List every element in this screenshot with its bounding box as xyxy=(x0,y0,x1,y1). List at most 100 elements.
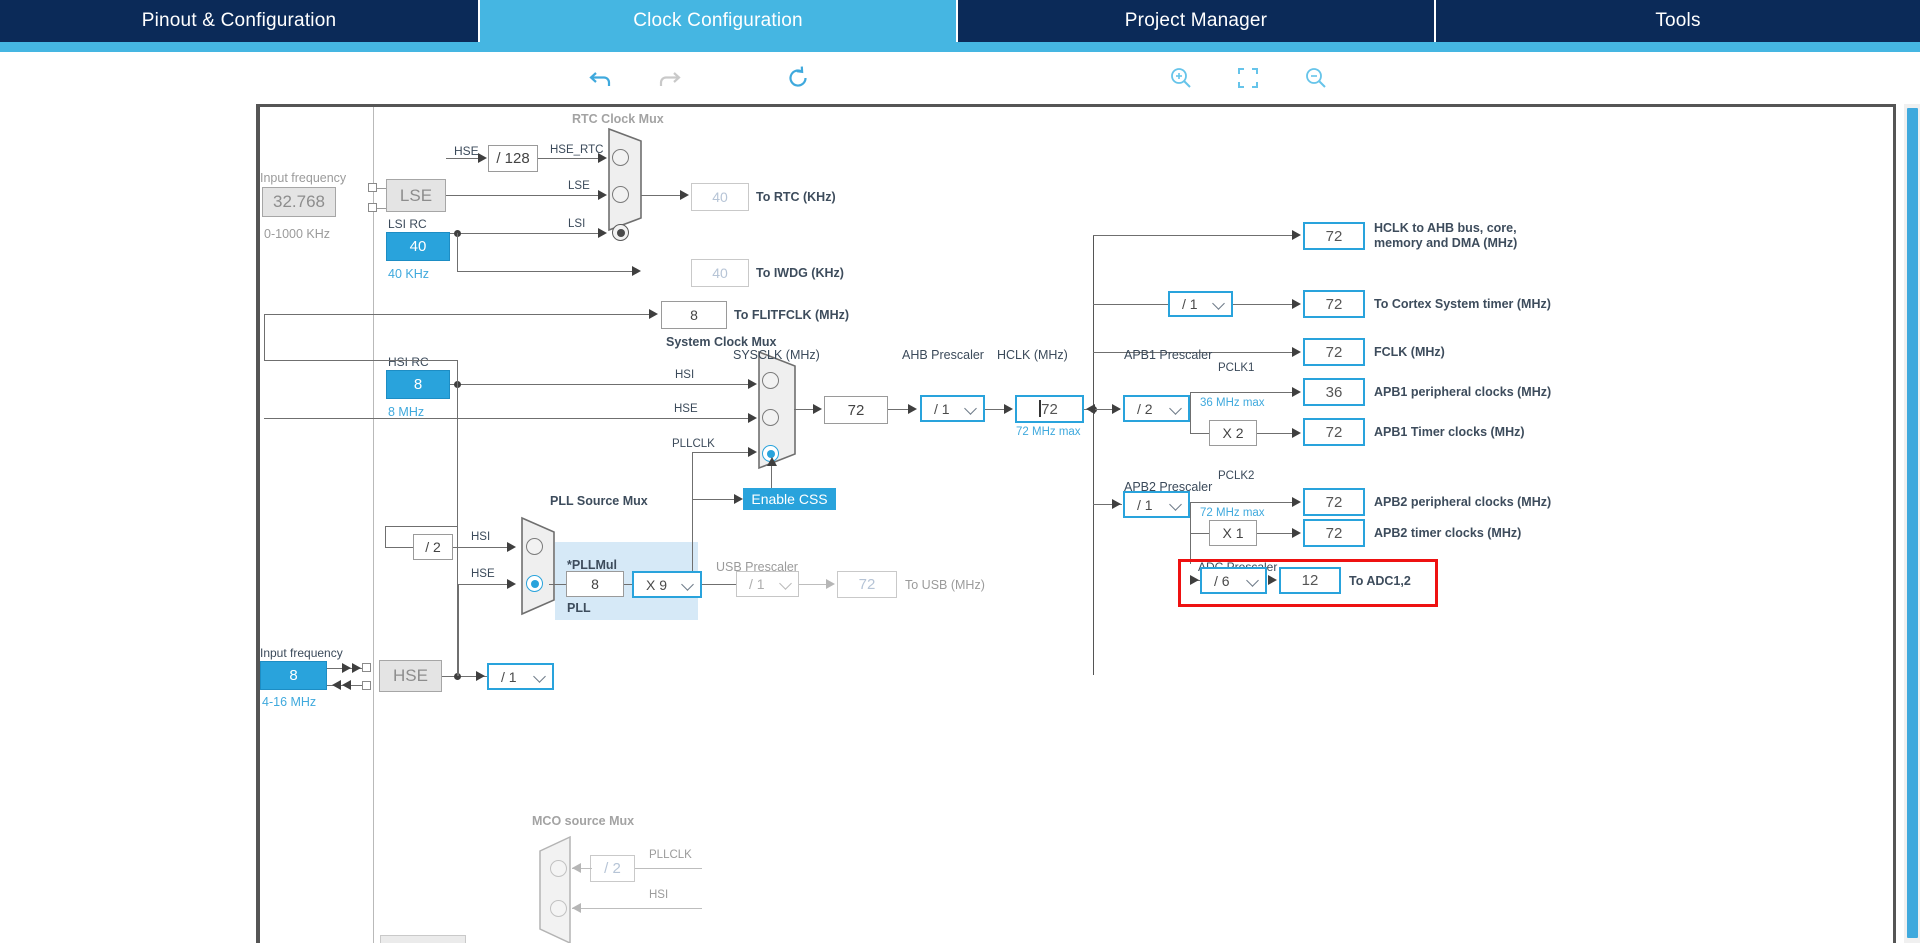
mco-input-hsi-label: HSI xyxy=(649,889,669,901)
hsi-sysmux-input-label: HSI xyxy=(675,369,695,381)
arrow-hse-term-bot-2 xyxy=(332,680,341,690)
apb2-timer-value[interactable]: 72 xyxy=(1303,519,1365,547)
arrow-sysclk-ahb xyxy=(908,404,917,414)
pll-mux-option-hse[interactable] xyxy=(526,575,543,592)
apb2-peripheral-value[interactable]: 72 xyxy=(1303,488,1365,516)
rtc-clock-mux[interactable] xyxy=(607,127,651,232)
zoom-in-icon[interactable] xyxy=(1163,60,1199,96)
arrow-rtcmux-out xyxy=(680,190,689,200)
wire-hsi-left xyxy=(264,360,458,362)
pllmul-dropdown[interactable]: X 9 xyxy=(632,571,702,598)
enable-css-button[interactable]: Enable CSS xyxy=(743,488,836,510)
apb1-peripheral-value[interactable]: 36 xyxy=(1303,378,1365,406)
reset-icon[interactable] xyxy=(780,60,816,96)
hse-terminal-bottom[interactable] xyxy=(362,681,371,690)
lse-input-frequency-label: Input frequency xyxy=(260,171,347,185)
wire-apb2-timer-in xyxy=(1190,533,1211,535)
mco-mux-option-pllclk[interactable] xyxy=(550,860,567,877)
tab-project-manager[interactable]: Project Manager xyxy=(958,0,1436,42)
sysclk-mux-option-hse[interactable] xyxy=(762,409,779,426)
redo-icon[interactable] xyxy=(651,60,687,96)
ahb-output-0-label-line2: memory and DMA (MHz) xyxy=(1374,236,1518,250)
arrow-cortex-out xyxy=(1292,299,1301,309)
tab-tools[interactable]: Tools xyxy=(1436,0,1920,42)
wire-hsi-up xyxy=(457,360,459,384)
chevron-down-icon xyxy=(1169,401,1182,415)
to-usb-value[interactable]: 72 xyxy=(837,571,897,598)
rtc-mux-option-hse-rtc[interactable] xyxy=(612,149,629,166)
hse-block[interactable]: HSE xyxy=(379,660,442,692)
sysclk-value[interactable]: 72 xyxy=(824,396,888,424)
clock-diagram-canvas[interactable]: Input frequency 32.768 0-1000 KHz LSE LS… xyxy=(0,104,1920,943)
to-rtc-value[interactable]: 40 xyxy=(691,183,749,211)
lse-input-frequency-value[interactable]: 32.768 xyxy=(262,187,336,217)
ahb-output-2-value[interactable]: 72 xyxy=(1303,338,1365,366)
undo-icon[interactable] xyxy=(583,60,619,96)
mco-bottom-partial-block xyxy=(380,935,466,943)
cortex-prescaler-dropdown[interactable]: / 1 xyxy=(1168,291,1233,317)
sysclk-label: SYSCLK (MHz) xyxy=(733,348,820,362)
usb-prescaler-dropdown[interactable]: / 1 xyxy=(736,571,799,597)
wire-pllclk-mco xyxy=(635,868,702,870)
apb1-timer-value[interactable]: 72 xyxy=(1303,418,1365,446)
arrow-hclk-apb1 xyxy=(1112,404,1121,414)
arrow-sysmux-out xyxy=(813,404,822,414)
mco-mux-option-hsi[interactable] xyxy=(550,900,567,917)
to-rtc-label: To RTC (KHz) xyxy=(756,190,836,204)
arrow-hsi-mco xyxy=(572,903,581,913)
adc-prescaler-dropdown[interactable]: / 6 xyxy=(1200,567,1267,594)
to-iwdg-label: To IWDG (KHz) xyxy=(756,266,844,280)
lsi-rc-value[interactable]: 40 xyxy=(386,232,450,261)
ahb-output-1-value[interactable]: 72 xyxy=(1303,290,1365,318)
wire-pllclk-from-pll xyxy=(692,499,740,501)
hse-terminal-top[interactable] xyxy=(362,663,371,672)
hsi-rc-unit: 8 MHz xyxy=(388,405,425,419)
wire-hse-pllmux xyxy=(458,584,512,586)
apb2-prescaler-dropdown[interactable]: / 1 xyxy=(1123,491,1190,518)
arrow-hse-term-top-1 xyxy=(342,663,351,673)
rtc-clock-mux-title: RTC Clock Mux xyxy=(572,112,664,126)
mco-source-mux[interactable] xyxy=(538,835,578,943)
arrow-lsi-mux xyxy=(598,228,607,238)
hclk-label: HCLK (MHz) xyxy=(997,348,1068,362)
ahb-output-0-value[interactable]: 72 xyxy=(1303,222,1365,250)
wire-pllclk-riser xyxy=(692,452,694,500)
lse-terminal-top[interactable] xyxy=(368,183,377,192)
fit-to-screen-icon[interactable] xyxy=(1230,60,1266,96)
pclk1-label: PCLK1 xyxy=(1218,362,1255,374)
cortex-prescaler-value: / 1 xyxy=(1182,296,1198,312)
apb1-prescaler-label: APB1 Prescaler xyxy=(1124,348,1213,362)
arrow-hclk-fclk xyxy=(1292,347,1301,357)
hse-input-frequency-value[interactable]: 8 xyxy=(260,661,327,690)
adc-output-value[interactable]: 12 xyxy=(1279,567,1341,594)
lse-range-label: 0-1000 KHz xyxy=(264,227,331,241)
lse-block[interactable]: LSE xyxy=(386,179,446,212)
tab-clock-configuration[interactable]: Clock Configuration xyxy=(480,0,958,42)
lse-terminal-bottom[interactable] xyxy=(368,203,377,212)
zoom-out-icon[interactable] xyxy=(1298,60,1334,96)
tab-pinout-configuration[interactable]: Pinout & Configuration xyxy=(0,0,480,42)
adc-output-label: To ADC1,2 xyxy=(1349,574,1411,588)
arrow-css-up xyxy=(767,457,777,466)
hsi-rc-value[interactable]: 8 xyxy=(386,370,450,399)
apb1-prescaler-dropdown[interactable]: / 2 xyxy=(1123,395,1190,422)
to-usb-label: To USB (MHz) xyxy=(905,578,985,592)
sysclk-mux-option-hsi[interactable] xyxy=(762,372,779,389)
arrow-ahb-hclk xyxy=(1004,404,1013,414)
ahb-prescaler-dropdown[interactable]: / 1 xyxy=(920,395,985,422)
to-iwdg-value[interactable]: 40 xyxy=(691,259,749,287)
arrow-pllclk-sysmux xyxy=(748,447,757,457)
rtc-mux-option-lse[interactable] xyxy=(612,186,629,203)
wire-lsi-down xyxy=(457,233,459,272)
lsi-rc-label: LSI RC xyxy=(388,217,427,231)
diagram-vertical-rule xyxy=(373,107,374,943)
ahb-output-2-label: FCLK (MHz) xyxy=(1374,345,1445,359)
rtc-mux-option-lsi[interactable] xyxy=(612,224,629,241)
hse-prescaler-dropdown[interactable]: / 1 xyxy=(487,663,554,690)
wire-hse-sysmux xyxy=(264,418,753,420)
vertical-scrollbar-thumb[interactable] xyxy=(1907,108,1918,938)
hclk-value[interactable]: 72 xyxy=(1015,395,1084,423)
hse-prescaler-value: / 1 xyxy=(501,668,517,685)
pll-mux-option-hsi[interactable] xyxy=(526,538,543,555)
to-flitfclk-value[interactable]: 8 xyxy=(661,301,727,329)
